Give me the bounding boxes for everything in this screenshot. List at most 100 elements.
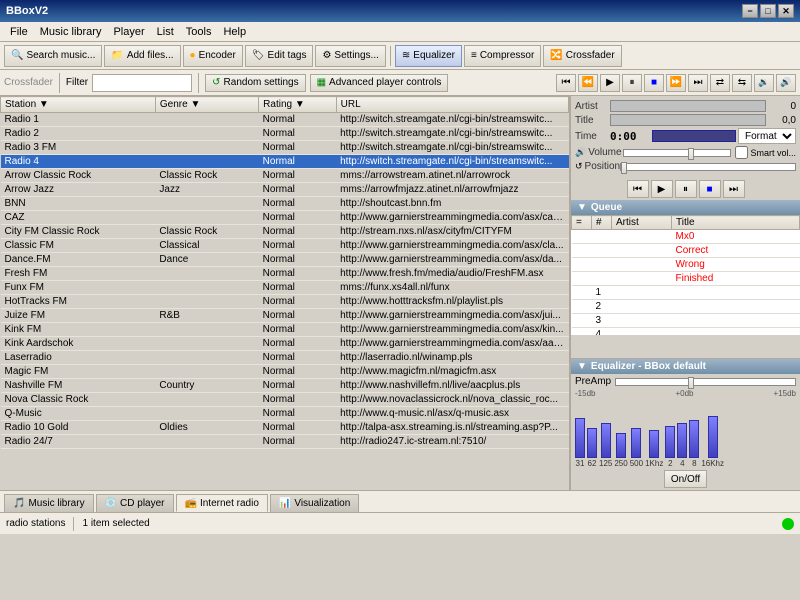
menu-player[interactable]: Player (107, 24, 150, 40)
table-row[interactable]: City FM Classic Rock Classic Rock Normal… (1, 225, 569, 239)
eq-band-500[interactable]: 500 (630, 428, 643, 468)
random-settings-button[interactable]: ↺ Random settings (205, 74, 305, 92)
table-row[interactable]: HotTracks FM Normal http://www.hotttrack… (1, 295, 569, 309)
col-station[interactable]: Station ▼ (1, 97, 156, 113)
encoder-button[interactable]: ● Encoder (183, 45, 243, 67)
advanced-controls-button[interactable]: ▦ Advanced player controls (310, 74, 449, 92)
queue-row[interactable]: 4 (572, 328, 800, 336)
eq-band-125[interactable]: 125 (599, 423, 612, 468)
playlist-scroll[interactable]: Station ▼ Genre ▼ Rating ▼ URL Radio 1 N… (0, 96, 569, 490)
queue-row[interactable]: Wrong (572, 258, 800, 272)
eq-band-4[interactable]: 4 (677, 423, 687, 468)
table-row[interactable]: Magic FM Normal http://www.magicfm.nl/ma… (1, 365, 569, 379)
queue-col-num[interactable]: = (572, 216, 592, 230)
table-row[interactable]: Arrow Jazz Jazz Normal mms://arrowfmjazz… (1, 183, 569, 197)
mini-stop[interactable]: ■ (699, 180, 721, 198)
search-music-button[interactable]: 🔍 Search music... (4, 45, 102, 67)
table-row[interactable]: CAZ Normal http://www.garnierstreammingm… (1, 211, 569, 225)
eq-band-250[interactable]: 250 (614, 433, 627, 468)
table-row[interactable]: Q-Music Normal http://www.q-music.nl/asx… (1, 407, 569, 421)
table-row[interactable]: Radio 1 Normal http://switch.streamgate.… (1, 113, 569, 127)
time-bar[interactable] (652, 130, 736, 142)
table-row[interactable]: Juize FM R&B Normal http://www.garnierst… (1, 309, 569, 323)
repeat-btn[interactable]: ⇆ (732, 74, 752, 92)
tab-visualization[interactable]: 📊 Visualization (270, 494, 359, 512)
queue-col-artist[interactable]: Artist (612, 216, 672, 230)
crossfader-button[interactable]: 🔀 Crossfader (543, 45, 621, 67)
eq-band-8[interactable]: 8 (689, 420, 699, 468)
table-row[interactable]: Radio 3 FM Normal http://switch.streamga… (1, 141, 569, 155)
menu-file[interactable]: File (4, 24, 34, 40)
queue-row[interactable]: 2 (572, 300, 800, 314)
eq-band-2[interactable]: 2 (665, 426, 675, 468)
menu-music-library[interactable]: Music library (34, 24, 108, 40)
table-row[interactable]: Dance.FM Dance Normal http://www.garnier… (1, 253, 569, 267)
eq-band-31[interactable]: 31 (575, 418, 585, 468)
menu-tools[interactable]: Tools (180, 24, 218, 40)
position-slider[interactable] (620, 163, 796, 171)
mini-next[interactable]: ⏭ (723, 180, 745, 198)
table-row[interactable]: Kink Aardschok Normal http://www.garnier… (1, 337, 569, 351)
rew-btn[interactable]: ⏪ (578, 74, 598, 92)
mini-pause[interactable]: ⏸ (675, 180, 697, 198)
fwd-btn[interactable]: ⏩ (666, 74, 686, 92)
col-rating[interactable]: Rating ▼ (259, 97, 336, 113)
compressor-button[interactable]: ≡ Compressor (464, 45, 541, 67)
queue-col-title[interactable]: Title (672, 216, 800, 230)
tab-internet-radio[interactable]: 📻 Internet radio (176, 494, 268, 512)
position-handle[interactable] (621, 162, 627, 174)
table-row[interactable]: Radio 2 Normal http://switch.streamgate.… (1, 127, 569, 141)
mini-play[interactable]: ▶ (651, 180, 673, 198)
queue-row[interactable]: 3 (572, 314, 800, 328)
table-row[interactable]: Classic FM Classical Normal http://www.g… (1, 239, 569, 253)
format-select[interactable]: Format (738, 128, 796, 144)
eq-collapse-icon[interactable]: ▼ (577, 361, 587, 372)
table-row[interactable]: Nova Classic Rock Normal http://www.nova… (1, 393, 569, 407)
table-row[interactable]: Radio 10 Gold Oldies Normal http://talpa… (1, 421, 569, 435)
shuffle-btn[interactable]: ⇄ (710, 74, 730, 92)
table-row[interactable]: Kink FM Normal http://www.garnierstreamm… (1, 323, 569, 337)
settings-button[interactable]: ⚙ Settings... (315, 45, 385, 67)
vol-up-btn[interactable]: 🔊 (776, 74, 796, 92)
edit-tags-button[interactable]: 🏷 Edit tags (245, 45, 314, 67)
play-btn[interactable]: ▶ (600, 74, 620, 92)
queue-row[interactable]: 1 (572, 286, 800, 300)
smart-vol-checkbox[interactable] (735, 146, 748, 159)
vol-down-btn[interactable]: 🔉 (754, 74, 774, 92)
queue-scroll[interactable]: = # Artist Title Mx0 Correct (571, 215, 800, 335)
eq-onoff-button[interactable]: On/Off (664, 470, 707, 488)
eq-band-1Khz[interactable]: 1Khz (645, 430, 663, 468)
table-row[interactable]: Nashville FM Country Normal http://www.n… (1, 379, 569, 393)
table-row[interactable]: Fresh FM Normal http://www.fresh.fm/medi… (1, 267, 569, 281)
minimize-btn[interactable]: − (742, 4, 758, 18)
prev-btn[interactable]: ⏮ (556, 74, 576, 92)
pause-btn[interactable]: ⏸ (622, 74, 642, 92)
equalizer-button[interactable]: ≋ Equalizer (395, 45, 462, 67)
table-row[interactable]: Laserradio Normal http://laserradio.nl/w… (1, 351, 569, 365)
menu-list[interactable]: List (151, 24, 180, 40)
stop-btn[interactable]: ■ (644, 74, 664, 92)
filter-input[interactable] (92, 74, 192, 92)
table-row[interactable]: Funx FM Normal mms://funx.xs4all.nl/funx (1, 281, 569, 295)
col-url[interactable]: URL (336, 97, 568, 113)
queue-row[interactable]: Correct (572, 244, 800, 258)
volume-slider[interactable] (623, 149, 731, 157)
preamp-slider[interactable] (615, 378, 796, 386)
eq-band-16Khz[interactable]: 16Khz (701, 416, 724, 468)
eq-band-62[interactable]: 62 (587, 428, 597, 468)
preamp-handle[interactable] (688, 377, 694, 389)
tab-music-library[interactable]: 🎵 Music library (4, 494, 94, 512)
add-files-button[interactable]: 📁 Add files... (104, 45, 180, 67)
maximize-btn[interactable]: □ (760, 4, 776, 18)
table-row[interactable]: Arrow Classic Rock Classic Rock Normal m… (1, 169, 569, 183)
next-btn[interactable]: ⏭ (688, 74, 708, 92)
queue-collapse-icon[interactable]: ▼ (577, 202, 587, 213)
table-row[interactable]: Radio 24/7 Normal http://radio247.ic-str… (1, 435, 569, 449)
queue-row[interactable]: Mx0 (572, 230, 800, 244)
queue-row[interactable]: Finished (572, 272, 800, 286)
menu-help[interactable]: Help (217, 24, 252, 40)
table-row[interactable]: Radio 4 Normal http://switch.streamgate.… (1, 155, 569, 169)
volume-handle[interactable] (688, 148, 694, 160)
tab-cd-player[interactable]: 💿 CD player (96, 494, 174, 512)
queue-col-num2[interactable]: # (592, 216, 612, 230)
